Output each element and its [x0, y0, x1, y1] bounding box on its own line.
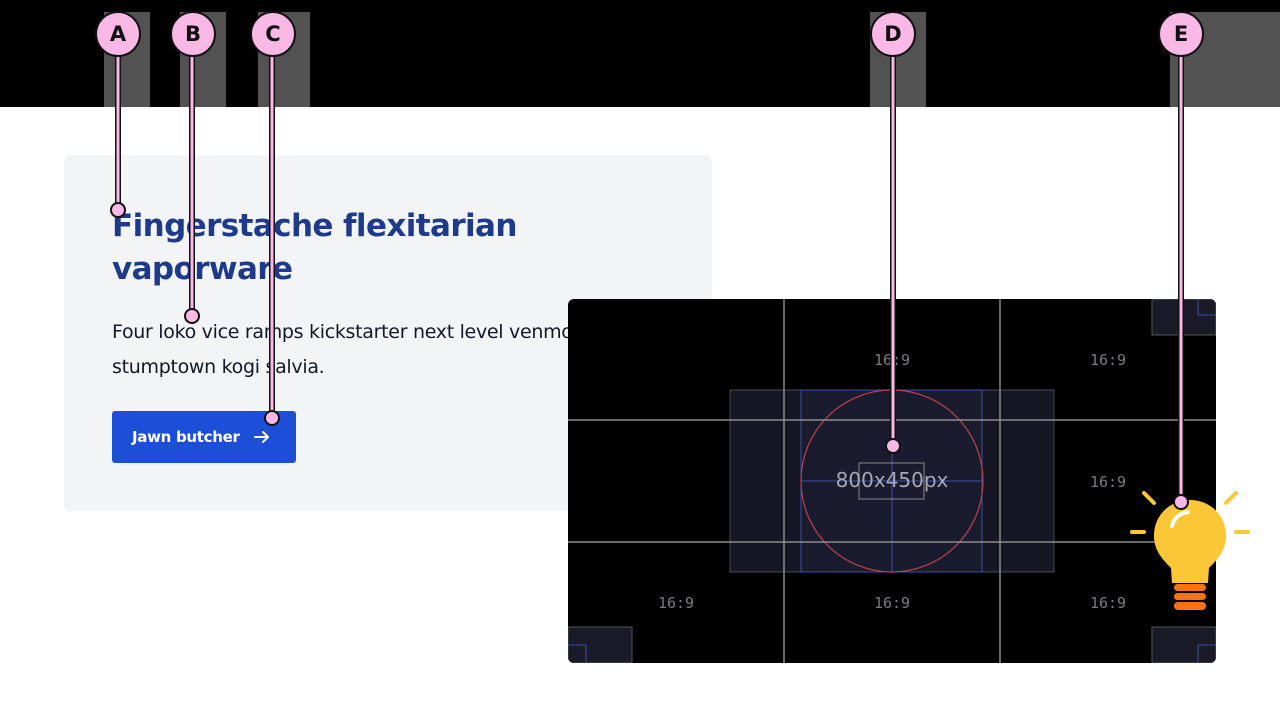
ratio-label: 16:9 — [1090, 473, 1126, 491]
ratio-label: 16:9 — [1090, 594, 1126, 612]
arrow-right-icon — [252, 427, 272, 447]
ratio-label: 16:9 — [1090, 351, 1126, 369]
hero-title: Fingerstache flexitarian vaporware — [112, 208, 517, 287]
jawn-butcher-button[interactable]: Jawn butcher — [112, 411, 296, 463]
ratio-label: 16:9 — [874, 351, 910, 369]
hero-body: Four loko vice ramps kickstarter next le… — [112, 321, 573, 378]
lightbulb-icon — [1128, 488, 1252, 616]
placeholder-image: 800x450px 16:9 16:9 16:9 16:9 16:9 16:9 — [568, 299, 1216, 663]
cta-label: Jawn butcher — [132, 428, 240, 446]
top-band — [0, 0, 1280, 107]
dimension-label: 800x450px — [836, 468, 949, 492]
ratio-label: 16:9 — [658, 594, 694, 612]
ratio-label: 16:9 — [874, 594, 910, 612]
